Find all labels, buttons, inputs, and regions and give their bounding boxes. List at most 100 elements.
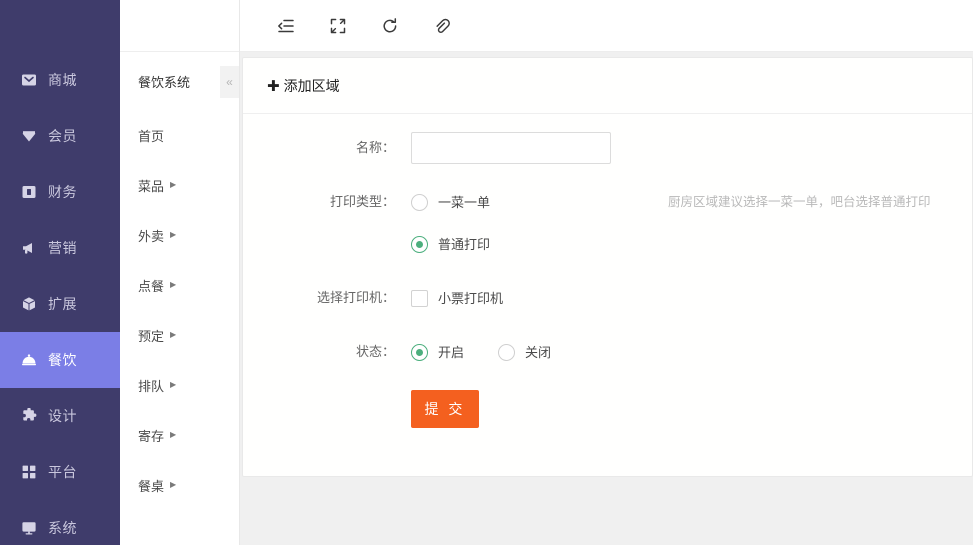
chevron-right-icon: ▶: [170, 281, 176, 289]
option-label: 小票打印机: [438, 292, 503, 305]
sidebar-item-extension[interactable]: 扩展: [0, 276, 120, 332]
submenu-item-table[interactable]: 餐桌 ▶: [120, 460, 239, 510]
print-type-label: 打印类型：: [243, 186, 411, 218]
submit-button[interactable]: 提 交: [411, 390, 479, 428]
chevron-right-icon: ▶: [170, 381, 176, 389]
chevron-right-icon: ▶: [170, 481, 176, 489]
radio-icon[interactable]: [411, 236, 428, 253]
sidebar-item-label: 设计: [48, 409, 77, 423]
print-type-hint: 厨房区域建议选择一菜一单，吧台选择普通打印: [668, 186, 931, 218]
chevron-right-icon: ▶: [170, 431, 176, 439]
sidebar-item-finance[interactable]: 财务: [0, 164, 120, 220]
shop-icon: [20, 72, 37, 89]
sidebar-item-label: 餐饮: [48, 353, 77, 367]
chevron-right-icon: ▶: [170, 331, 176, 339]
add-area-card: ✚ 添加区域 名称： 打印类型：: [242, 57, 973, 477]
submenu-item-label: 菜品: [138, 176, 164, 195]
app-root: 商城 会员 财务 营销 扩展: [0, 0, 973, 545]
page-title: 添加区域: [284, 76, 340, 96]
submenu-item-takeout[interactable]: 外卖 ▶: [120, 210, 239, 260]
option-label: 关闭: [525, 346, 551, 359]
checkbox-icon[interactable]: [411, 290, 428, 307]
submenu-item-home[interactable]: 首页: [120, 110, 239, 160]
finance-icon: [20, 184, 37, 201]
link-icon[interactable]: [416, 0, 468, 52]
form-row-submit: 提 交: [243, 390, 972, 428]
printer-option-receipt[interactable]: 小票打印机: [411, 282, 503, 314]
submenu-item-label: 首页: [138, 126, 164, 145]
secondary-menu-header: 餐饮系统 «: [120, 52, 239, 110]
print-type-option-normal[interactable]: 普通打印: [411, 228, 490, 260]
submenu-item-reservation[interactable]: 预定 ▶: [120, 310, 239, 360]
member-diamond-icon: [20, 128, 37, 145]
sidebar-item-label: 会员: [48, 129, 77, 143]
card-header: ✚ 添加区域: [243, 58, 972, 114]
fullscreen-icon[interactable]: [312, 0, 364, 52]
sidebar-item-platform[interactable]: 平台: [0, 444, 120, 500]
secondary-menu-title: 餐饮系统: [120, 72, 190, 91]
sidebar-item-label: 平台: [48, 465, 77, 479]
radio-icon[interactable]: [498, 344, 515, 361]
print-type-control-second: 普通打印: [411, 228, 490, 260]
sidebar-item-label: 商城: [48, 73, 77, 87]
submenu-item-label: 预定: [138, 326, 164, 345]
sidebar-item-design[interactable]: 设计: [0, 388, 120, 444]
radio-icon[interactable]: [411, 344, 428, 361]
option-label: 普通打印: [438, 238, 490, 251]
status-control: 开启 关闭: [411, 336, 551, 368]
chevron-right-icon: ▶: [170, 181, 176, 189]
refresh-icon[interactable]: [364, 0, 416, 52]
grid-icon: [20, 464, 37, 481]
secondary-menu-top-spacer: [120, 0, 239, 52]
sidebar-item-marketing[interactable]: 营销: [0, 220, 120, 276]
sidebar-item-label: 系统: [48, 521, 77, 535]
sidebar-item-dining[interactable]: 餐饮: [0, 332, 120, 388]
name-control: [411, 132, 611, 164]
workspace: ✚ 添加区域 名称： 打印类型：: [240, 52, 973, 545]
radio-icon[interactable]: [411, 194, 428, 211]
printer-label: 选择打印机：: [243, 282, 411, 314]
print-type-control: 一菜一单: [411, 186, 490, 218]
submenu-item-storage[interactable]: 寄存 ▶: [120, 410, 239, 460]
form-row-print-type: 打印类型： 一菜一单 厨房区域建议选择一菜一单，吧台选择普通打印: [243, 186, 972, 218]
plus-icon: ✚: [267, 77, 280, 95]
option-label: 一菜一单: [438, 196, 490, 209]
status-label: 状态：: [243, 336, 411, 368]
submenu-item-label: 寄存: [138, 426, 164, 445]
sidebar-item-system[interactable]: 系统: [0, 500, 120, 545]
secondary-menu: 餐饮系统 « 首页 菜品 ▶ 外卖 ▶ 点餐 ▶ 预定 ▶ 排队 ▶ 寄存 ▶: [120, 0, 240, 545]
submenu-item-label: 排队: [138, 376, 164, 395]
name-label: 名称：: [243, 132, 411, 164]
collapse-menu-icon[interactable]: [260, 0, 312, 52]
status-option-disabled[interactable]: 关闭: [498, 336, 551, 368]
submenu-item-queue[interactable]: 排队 ▶: [120, 360, 239, 410]
print-type-option-per-dish[interactable]: 一菜一单: [411, 186, 490, 218]
status-option-enabled[interactable]: 开启: [411, 336, 464, 368]
sidebar-item-label: 营销: [48, 241, 77, 255]
top-toolbar: [240, 0, 973, 52]
printer-control: 小票打印机: [411, 282, 503, 314]
megaphone-icon: [20, 240, 37, 257]
primary-sidebar: 商城 会员 财务 营销 扩展: [0, 0, 120, 545]
sidebar-item-label: 扩展: [48, 297, 77, 311]
submenu-item-label: 餐桌: [138, 476, 164, 495]
form-row-name: 名称：: [243, 132, 972, 164]
sidebar-item-shop[interactable]: 商城: [0, 52, 120, 108]
chevron-right-icon: ▶: [170, 231, 176, 239]
add-area-form: 名称： 打印类型： 一菜一单: [243, 114, 972, 476]
sidebar-item-label: 财务: [48, 185, 77, 199]
form-row-print-type-second: 普通打印: [243, 228, 972, 260]
submenu-item-order[interactable]: 点餐 ▶: [120, 260, 239, 310]
monitor-icon: [20, 520, 37, 537]
puzzle-icon: [20, 408, 37, 425]
name-input[interactable]: [411, 132, 611, 164]
submenu-item-dishes[interactable]: 菜品 ▶: [120, 160, 239, 210]
submenu-item-label: 外卖: [138, 226, 164, 245]
form-row-printer: 选择打印机： 小票打印机: [243, 282, 972, 314]
collapse-panel-button[interactable]: «: [220, 66, 239, 98]
dining-cloche-icon: [20, 352, 37, 369]
option-label: 开启: [438, 346, 464, 359]
sidebar-item-member[interactable]: 会员: [0, 108, 120, 164]
submenu-item-label: 点餐: [138, 276, 164, 295]
form-row-status: 状态： 开启 关闭: [243, 336, 972, 368]
